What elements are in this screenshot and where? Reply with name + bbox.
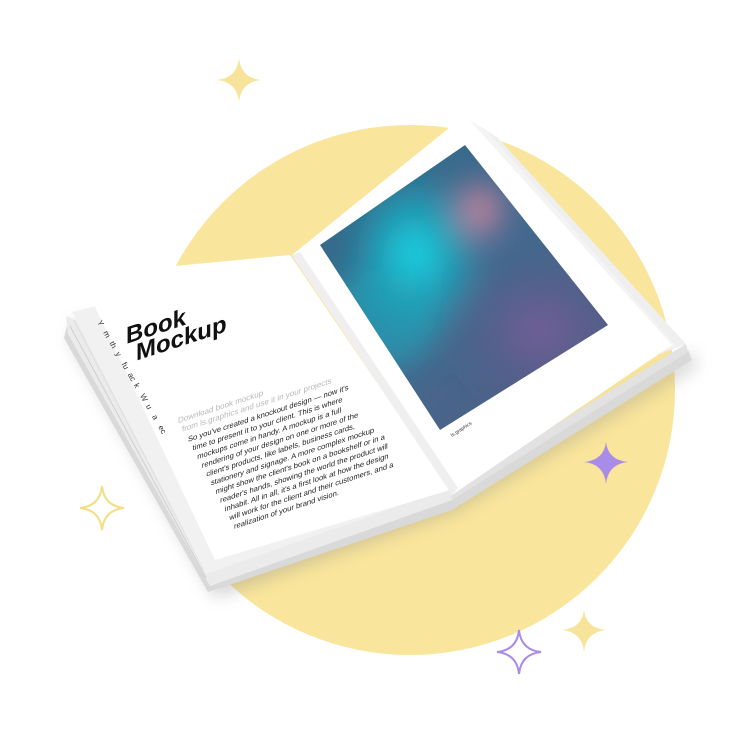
sparkle-icon bbox=[217, 58, 261, 102]
sparkle-icon bbox=[79, 485, 125, 531]
sparkle-icon bbox=[562, 610, 606, 652]
book-mockup-illustration: ls.graphics Book Mockup Download book mo… bbox=[64, 58, 698, 675]
